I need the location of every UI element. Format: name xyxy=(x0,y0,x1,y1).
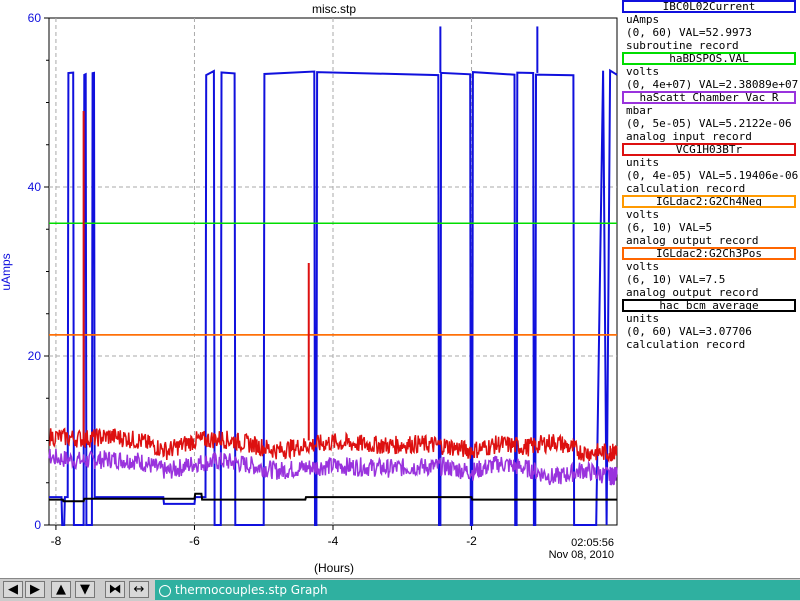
legend-detail-line2: (0, 60) VAL=52.9973 xyxy=(626,26,752,39)
legend-series-name: IBC0L02Current xyxy=(622,0,796,13)
legend-series-name: haBDSPOS.VAL xyxy=(622,52,796,65)
graph-tab-icon xyxy=(159,584,171,597)
toolbar: ◀ ▶ ▲ ▼ ⧓ ↔ thermocouples.stp Graph xyxy=(0,578,800,601)
legend-detail-line3: calculation record xyxy=(626,182,746,195)
legend-panel: IBC0L02Current uAmps (0, 60) VAL=52.9973 su… xyxy=(620,0,800,351)
zoom-out-button[interactable]: ↔ xyxy=(129,581,149,598)
legend-detail-line3: subroutine record xyxy=(626,39,739,52)
date-label: Nov 08, 2010 xyxy=(549,549,614,561)
x-tick-label: -6 xyxy=(189,534,200,548)
legend-entry[interactable]: VCG1H03BTr units (0, 4e-05) VAL=5.19406e-0… xyxy=(620,143,800,195)
x-tick-label: -8 xyxy=(51,534,62,548)
zoom-in-button[interactable]: ⧓ xyxy=(105,581,125,598)
legend-detail-line1: units xyxy=(626,156,660,169)
legend-entry[interactable]: haScatt_Chamber_Vac_R mbar (0, 5e-05) VAL=… xyxy=(620,91,800,143)
legend-entry[interactable]: IBC0L02Current uAmps (0, 60) VAL=52.9973 su… xyxy=(620,0,800,52)
legend-detail-line2: (0, 60) VAL=3.07706 xyxy=(626,325,752,338)
time-label: 02:05:56 xyxy=(571,537,614,549)
legend-entry[interactable]: IGLdac2:G2Ch4Neg volts (6, 10) VAL=5 analog… xyxy=(620,195,800,247)
tab-label: thermocouples.stp Graph xyxy=(175,583,328,597)
legend-detail-line2: (6, 10) VAL=7.5 xyxy=(626,273,726,286)
legend-entry[interactable]: haBDSPOS.VAL volts (0, 4e+07) VAL=2.38089e… xyxy=(620,52,800,91)
x-tick-label: -2 xyxy=(466,534,477,548)
x-axis-label: (Hours) xyxy=(314,561,354,575)
legend-detail-line3: calculation record xyxy=(626,338,746,351)
chart-title: misc.stp xyxy=(312,2,356,16)
legend-series-name: IGLdac2:G2Ch4Neg xyxy=(622,195,796,208)
legend-entry[interactable]: hac_bcm_average units (0, 60) VAL=3.07706 c… xyxy=(620,299,800,351)
legend-detail-line2: (0, 4e-05) VAL=5.19406e-06 xyxy=(626,169,799,182)
tab-thermocouples-graph[interactable]: thermocouples.stp Graph xyxy=(155,580,800,600)
legend-detail-line3: analog output record xyxy=(626,286,759,299)
scroll-down-button[interactable]: ▼ xyxy=(75,581,95,598)
scroll-up-button[interactable]: ▲ xyxy=(51,581,71,598)
legend-detail-line1: units xyxy=(626,312,660,325)
legend-detail-line1: volts xyxy=(626,208,660,221)
y-axis-label: uAmps xyxy=(0,253,13,290)
legend-series-name: VCG1H03BTr xyxy=(622,143,796,156)
legend-detail-line1: volts xyxy=(626,260,660,273)
x-tick-label: -4 xyxy=(328,534,339,548)
legend-detail-line1: volts xyxy=(626,65,660,78)
y-tick-label: 60 xyxy=(28,11,42,25)
legend-entry[interactable]: IGLdac2:G2Ch3Pos volts (6, 10) VAL=7.5 anal… xyxy=(620,247,800,299)
chart-plot: misc.stp uAmps (Hours) 02:05:56 Nov 08, … xyxy=(0,2,618,575)
legend-detail-line2: (0, 5e-05) VAL=5.2122e-06 xyxy=(626,117,792,130)
y-tick-label: 20 xyxy=(28,349,42,363)
legend-detail-line3: analog output record xyxy=(626,234,759,247)
legend-series-name: IGLdac2:G2Ch3Pos xyxy=(622,247,796,260)
legend-detail-line2: (6, 10) VAL=5 xyxy=(626,221,713,234)
legend-series-name: haScatt_Chamber_Vac_R xyxy=(622,91,796,104)
legend-series-name: hac_bcm_average xyxy=(622,299,796,312)
legend-detail-line1: uAmps xyxy=(626,13,660,26)
legend-detail-line1: mbar xyxy=(626,104,653,117)
scroll-left-button[interactable]: ◀ xyxy=(3,581,23,598)
legend-detail-line3: analog input record xyxy=(626,130,752,143)
y-tick-label: 40 xyxy=(28,180,42,194)
legend-detail-line2: (0, 4e+07) VAL=2.38089e+07 xyxy=(626,78,799,91)
scroll-right-button[interactable]: ▶ xyxy=(25,581,45,598)
y-tick-label: 0 xyxy=(34,518,41,532)
